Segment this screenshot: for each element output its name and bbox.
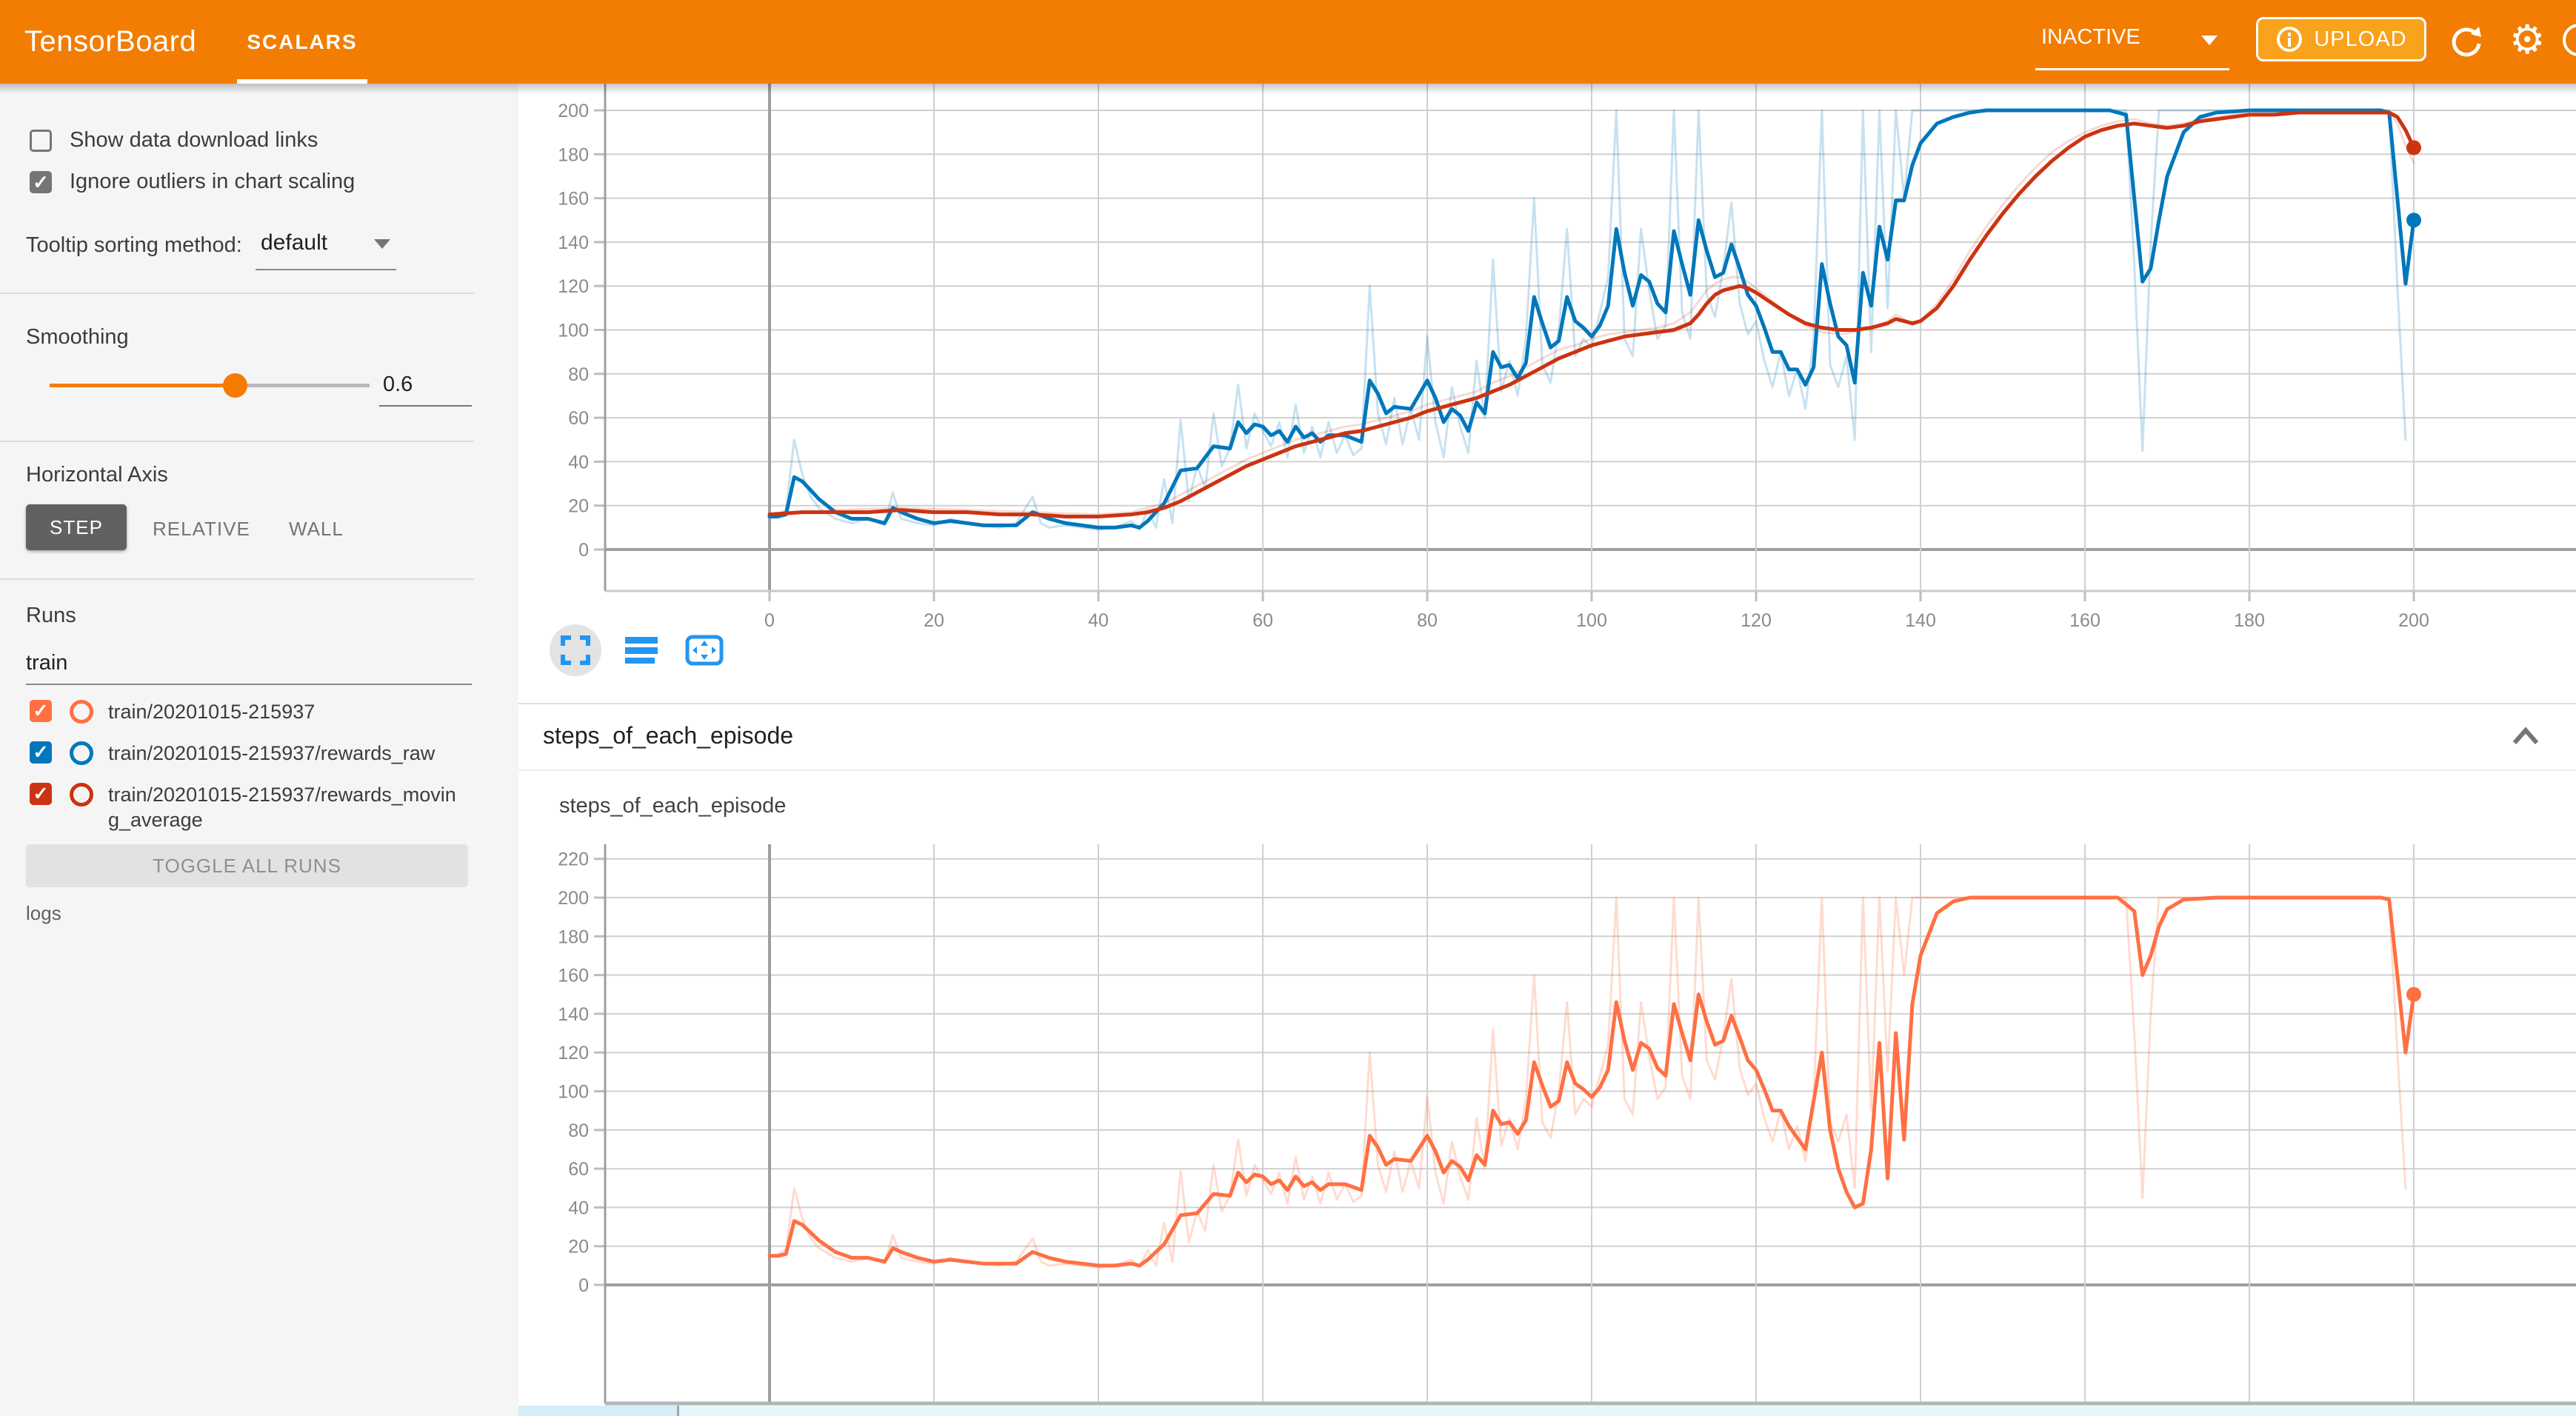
svg-text:140: 140 <box>1905 610 1936 631</box>
app-title: TensorBoard <box>24 0 196 84</box>
axis-option-relative[interactable]: RELATIVE <box>153 518 250 541</box>
checkbox-label: Show data download links <box>70 128 318 153</box>
tooltip-sorting-label: Tooltip sorting method: <box>26 233 242 257</box>
fit-domain-icon[interactable] <box>681 629 727 671</box>
svg-text:40: 40 <box>568 452 589 472</box>
run-checkbox[interactable]: ✓ <box>30 741 52 764</box>
settings-sidebar: Show data download links ✓ Ignore outlie… <box>0 84 518 1416</box>
run-color-ring[interactable] <box>70 741 93 765</box>
svg-text:80: 80 <box>568 1121 589 1141</box>
status-dropdown-value: INACTIVE <box>2041 25 2140 50</box>
ignore-outliers-row[interactable]: ✓ Ignore outliers in chart scaling <box>30 170 355 194</box>
divider <box>0 578 474 580</box>
section-title: steps_of_each_episode <box>543 722 793 749</box>
rewards-chart[interactable]: 0 20 40 60 80 100 120 140 160 180 200 0 20 40 60 80 100 1… <box>518 84 2576 704</box>
chevron-down-icon <box>2201 36 2218 45</box>
tab-scalars-label: SCALARS <box>247 30 357 54</box>
checkbox-checked[interactable]: ✓ <box>30 171 52 193</box>
run-color-ring[interactable] <box>70 783 93 806</box>
svg-text:100: 100 <box>1576 610 1607 631</box>
svg-text:20: 20 <box>568 1237 589 1258</box>
chart-toolbar <box>550 624 727 676</box>
horizontal-axis-label: Horizontal Axis <box>26 463 168 487</box>
runs-filter-input[interactable]: train <box>26 651 67 675</box>
app-header: TensorBoard SCALARS INACTIVE UPLOAD ⚙ <box>0 0 2576 84</box>
svg-text:100: 100 <box>558 1082 589 1103</box>
help-icon[interactable] <box>2563 24 2576 56</box>
run-label: train/20201015-215937/rewards_raw <box>108 741 435 767</box>
svg-text:140: 140 <box>558 1004 589 1025</box>
run-label: train/20201015-215937 <box>108 700 315 725</box>
svg-text:220: 220 <box>558 849 589 870</box>
svg-text:60: 60 <box>1252 610 1273 631</box>
tooltip-sorting-dropdown[interactable]: default <box>261 230 394 256</box>
run-label: train/20201015-215937/rewards_moving_ave… <box>108 783 464 833</box>
checkbox-label: Ignore outliers in chart scaling <box>70 170 355 194</box>
gear-icon[interactable]: ⚙ <box>2509 16 2545 63</box>
svg-text:20: 20 <box>568 496 589 517</box>
svg-text:60: 60 <box>568 1159 589 1180</box>
svg-text:120: 120 <box>558 1043 589 1063</box>
smoothing-label: Smoothing <box>26 325 129 350</box>
refresh-icon[interactable] <box>2449 24 2484 59</box>
tab-scalars[interactable]: SCALARS <box>237 0 367 84</box>
svg-text:60: 60 <box>568 408 589 429</box>
divider <box>0 293 474 294</box>
runs-label: Runs <box>26 604 76 628</box>
steps-chart[interactable]: 0 20 40 60 80 100 120 140 160 180 200 220 <box>518 837 2576 1409</box>
svg-text:160: 160 <box>2069 610 2100 631</box>
section-header[interactable]: steps_of_each_episode <box>518 704 2576 771</box>
run-color-ring[interactable] <box>70 700 93 724</box>
chart-title: steps_of_each_episode <box>559 794 786 818</box>
svg-text:120: 120 <box>1741 610 1772 631</box>
tooltip-sorting-row: Tooltip sorting method: <box>26 233 242 258</box>
svg-text:0: 0 <box>578 540 589 561</box>
svg-text:40: 40 <box>1088 610 1109 631</box>
svg-text:160: 160 <box>558 966 589 986</box>
run-checkbox[interactable]: ✓ <box>30 783 52 805</box>
checkbox-unchecked[interactable] <box>30 130 52 152</box>
chevron-down-icon <box>374 239 390 249</box>
smoothing-slider-fill <box>50 384 235 387</box>
run-checkbox[interactable]: ✓ <box>30 700 52 722</box>
svg-text:160: 160 <box>558 189 589 210</box>
svg-text:40: 40 <box>568 1198 589 1218</box>
toggle-all-runs-button[interactable]: TOGGLE ALL RUNS <box>26 844 468 887</box>
run-item[interactable]: ✓ train/20201015-215937/rewards_raw <box>30 741 435 767</box>
svg-text:200: 200 <box>2398 610 2429 631</box>
chevron-up-icon[interactable] <box>2511 725 2540 746</box>
svg-text:180: 180 <box>558 144 589 165</box>
svg-text:140: 140 <box>558 233 589 253</box>
smoothing-slider-handle[interactable] <box>223 373 247 398</box>
svg-text:20: 20 <box>924 610 944 631</box>
upload-button[interactable]: UPLOAD <box>2256 17 2426 61</box>
horizontal-scrollbar[interactable] <box>518 1406 2576 1416</box>
status-dropdown[interactable]: INACTIVE <box>2035 0 2229 84</box>
info-icon <box>2275 25 2303 53</box>
expand-icon[interactable] <box>550 624 601 676</box>
axis-option-wall[interactable]: WALL <box>289 518 344 541</box>
svg-text:180: 180 <box>558 926 589 947</box>
run-item[interactable]: ✓ train/20201015-215937/rewards_moving_av… <box>30 783 464 833</box>
svg-text:0: 0 <box>578 1275 589 1296</box>
show-download-links-row[interactable]: Show data download links <box>30 128 318 153</box>
data-table-icon[interactable] <box>621 629 662 671</box>
runs-footer: logs <box>26 902 61 925</box>
svg-text:120: 120 <box>558 276 589 297</box>
svg-text:200: 200 <box>558 888 589 909</box>
svg-text:0: 0 <box>764 610 775 631</box>
divider <box>0 441 474 442</box>
smoothing-value[interactable]: 0.6 <box>383 373 413 397</box>
run-item[interactable]: ✓ train/20201015-215937 <box>30 700 315 725</box>
svg-text:200: 200 <box>558 101 589 121</box>
scrollbar-thumb[interactable] <box>518 1406 677 1416</box>
upload-button-label: UPLOAD <box>2314 27 2406 52</box>
svg-text:80: 80 <box>1417 610 1438 631</box>
svg-text:180: 180 <box>2234 610 2265 631</box>
svg-text:100: 100 <box>558 321 589 341</box>
axis-option-step[interactable]: STEP <box>26 504 127 550</box>
tooltip-sorting-value: default <box>261 230 327 255</box>
svg-text:80: 80 <box>568 364 589 385</box>
